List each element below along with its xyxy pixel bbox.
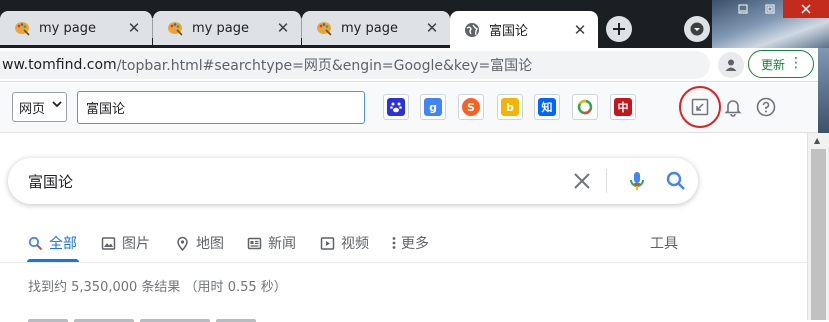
maximize-button[interactable] (756, 0, 783, 18)
play-icon (319, 235, 335, 251)
tab-videos[interactable]: 视频 (319, 232, 369, 254)
url-host: ww.tomfind.com (2, 57, 117, 73)
tab-label: 地图 (196, 236, 224, 252)
tools-button[interactable]: 工具 (650, 232, 678, 254)
tab-title: my page (192, 20, 249, 36)
search-submit-button[interactable] (664, 169, 688, 193)
close-icon (574, 173, 590, 189)
bell-icon (724, 100, 742, 117)
search-icon (27, 235, 43, 251)
tab-more[interactable]: 更多 (390, 232, 429, 254)
engine-zhongsou-button[interactable]: 中 (610, 94, 636, 120)
browser-tab-3[interactable]: my page ✕ (302, 11, 450, 45)
tools-label: 工具 (650, 236, 678, 252)
help-circle-icon (756, 97, 776, 117)
image-icon (100, 235, 116, 251)
url-path: /topbar.html#searchtype=网页&engin=Google&… (116, 58, 533, 74)
baidu-paw-icon (387, 98, 405, 116)
new-tab-button[interactable] (606, 16, 632, 42)
first-result-title-partial[interactable] (28, 313, 298, 322)
news-icon (246, 235, 262, 251)
tab-label: 更多 (401, 236, 429, 252)
palette-favicon-icon (167, 20, 183, 36)
engine-sogou-button[interactable]: S (458, 94, 484, 120)
tab-maps[interactable]: 地图 (174, 232, 224, 254)
palette-favicon-icon (14, 20, 30, 36)
plus-icon (613, 23, 625, 35)
collapse-toolbar-button[interactable] (689, 96, 711, 118)
sogou-icon: S (462, 98, 480, 116)
tab-title: my page (341, 20, 398, 36)
google-query-text: 富国论 (28, 172, 74, 191)
profile-button[interactable] (718, 52, 744, 78)
tab-images[interactable]: 图片 (100, 232, 150, 254)
tab-all[interactable]: 全部 (27, 232, 77, 254)
browser-toolbar: ww.tomfind.com/topbar.html#searchtype=网页… (0, 48, 829, 82)
divider (606, 169, 607, 193)
microphone-icon (630, 172, 644, 190)
desktop-wallpaper-edge (818, 48, 829, 133)
address-bar[interactable]: ww.tomfind.com/topbar.html#searchtype=网页… (0, 51, 710, 79)
google-search-box[interactable]: 富国论 (8, 158, 698, 204)
zhongsou-icon: 中 (614, 98, 632, 116)
scroll-up-arrow-icon[interactable]: ▲ (814, 136, 820, 145)
close-tab-icon[interactable]: ✕ (273, 18, 293, 38)
map-pin-icon (174, 235, 190, 251)
so360-icon (576, 98, 594, 116)
update-label: 更新 (761, 57, 786, 72)
window-controls (729, 0, 829, 18)
engine-360-button[interactable] (572, 94, 598, 120)
more-vert-icon (390, 235, 398, 251)
clear-search-button[interactable] (571, 170, 593, 192)
tab-label: 图片 (122, 236, 150, 252)
browser-tab-1[interactable]: my page ✕ (0, 11, 152, 45)
update-button[interactable]: 更新 ⋮ (748, 50, 814, 78)
query-input[interactable]: 富国论 (77, 91, 365, 124)
tab-title: my page (39, 20, 96, 36)
close-tab-icon[interactable]: ✕ (422, 18, 442, 38)
person-icon (725, 59, 737, 71)
chevron-down-icon (690, 22, 704, 36)
browser-tab-2[interactable]: my page ✕ (153, 11, 301, 45)
tab-news[interactable]: 新闻 (246, 232, 296, 254)
browser-tab-active[interactable]: 富国论 ✕ (450, 11, 598, 48)
close-tab-icon[interactable]: ✕ (124, 18, 144, 38)
query-value: 富国论 (86, 102, 126, 117)
notifications-button[interactable] (722, 96, 744, 118)
engine-baidu-button[interactable] (383, 94, 409, 120)
google-results-page: 富国论 全部 图片 地图 新闻 视频 更多 工具 找到约 5,350,000 条… (0, 133, 807, 322)
close-tab-icon[interactable]: ✕ (570, 20, 590, 40)
window-close-button[interactable] (783, 0, 829, 18)
chevron-down-icon (52, 99, 62, 112)
zhihu-icon: 知 (538, 98, 556, 116)
search-type-select[interactable]: 网页 (12, 92, 67, 122)
tab-label: 全部 (49, 236, 77, 252)
tab-search-button[interactable] (684, 16, 710, 42)
bing-icon: b (501, 98, 519, 116)
minimize-button[interactable] (729, 0, 756, 18)
shrink-arrow-icon (691, 98, 709, 116)
active-tab-indicator (27, 259, 79, 262)
close-icon (801, 4, 811, 14)
maximize-icon (765, 4, 774, 14)
tab-title: 富国论 (489, 24, 529, 39)
search-type-value: 网页 (19, 101, 46, 117)
palette-favicon-icon (316, 20, 332, 36)
google-result-tabs: 全部 图片 地图 新闻 视频 更多 工具 (0, 223, 807, 263)
engine-google-button[interactable]: g (420, 94, 446, 120)
tab-label: 新闻 (268, 236, 296, 252)
help-button[interactable] (755, 96, 777, 118)
result-stats: 找到约 5,350,000 条结果 （用时 0.55 秒） (28, 280, 287, 295)
page-scrollbar[interactable]: ▲ (807, 133, 829, 320)
engine-zhihu-button[interactable]: 知 (534, 94, 560, 120)
voice-search-button[interactable] (625, 169, 649, 193)
minimize-icon (738, 4, 747, 14)
google-g-icon: g (424, 98, 442, 116)
more-vert-icon: ⋮ (789, 55, 803, 71)
globe-icon (464, 22, 480, 38)
scrollbar-thumb[interactable] (811, 149, 826, 320)
engine-bing-button[interactable]: b (497, 94, 523, 120)
tab-label: 视频 (341, 236, 369, 252)
search-icon (666, 171, 685, 190)
